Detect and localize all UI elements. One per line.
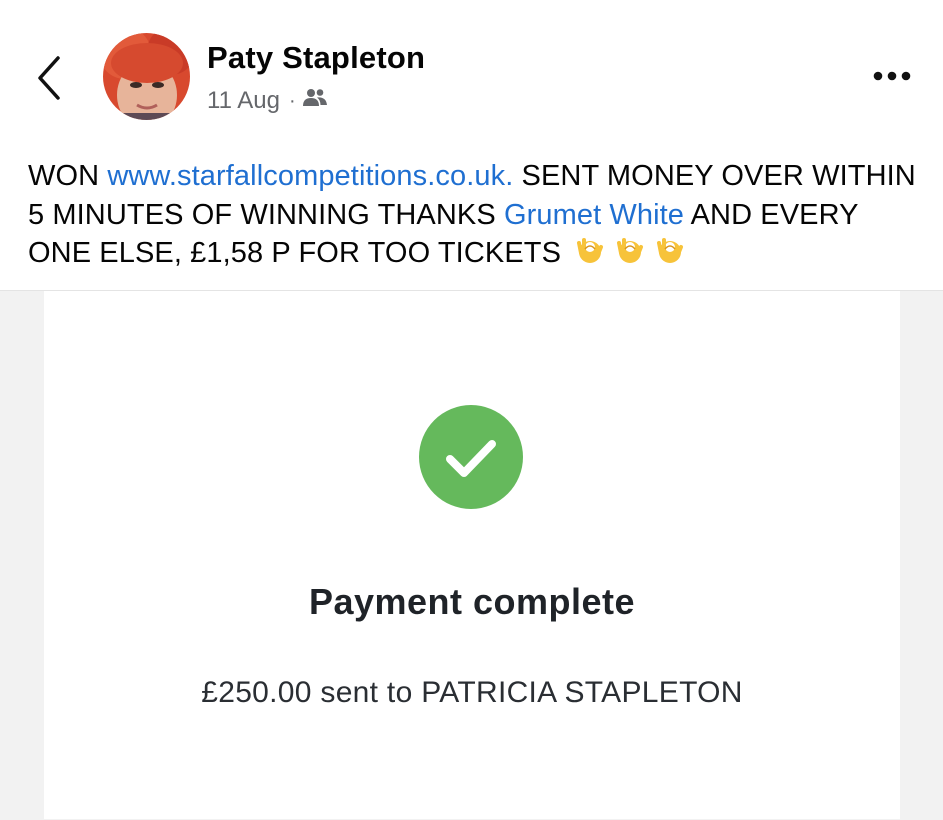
- meta-separator: ·: [288, 89, 296, 112]
- payment-screenshot: Payment complete £250.00 sent to PATRICI…: [44, 291, 900, 819]
- chevron-left-icon: [38, 56, 60, 100]
- post-header: Paty Stapleton 11 Aug ·: [0, 0, 943, 140]
- author-name[interactable]: Paty Stapleton: [207, 40, 425, 76]
- post-meta: 11 Aug ·: [207, 86, 328, 116]
- check-circle-icon: [419, 405, 523, 509]
- avatar[interactable]: [103, 33, 190, 120]
- back-button[interactable]: [30, 52, 70, 104]
- more-horizontal-icon: [873, 71, 911, 81]
- post-text: WON www.starfallcompetitions.co.uk. SENT…: [28, 157, 928, 273]
- post-date[interactable]: 11 Aug: [207, 87, 280, 115]
- ok-hand-emoji: [617, 238, 644, 263]
- friends-icon: [302, 87, 328, 115]
- ok-hand-emoji: [657, 238, 684, 263]
- ok-hand-emoji: [577, 238, 604, 263]
- payment-subtitle: £250.00 sent to PATRICIA STAPLETON: [201, 676, 743, 709]
- mention-link[interactable]: Grumet White: [504, 199, 684, 231]
- post-text-segment: WON: [28, 160, 108, 192]
- competition-link[interactable]: www.starfallcompetitions.co.uk.: [107, 160, 513, 192]
- more-options-button[interactable]: [868, 64, 916, 88]
- payment-title: Payment complete: [308, 581, 636, 622]
- profile-photo: [103, 33, 190, 120]
